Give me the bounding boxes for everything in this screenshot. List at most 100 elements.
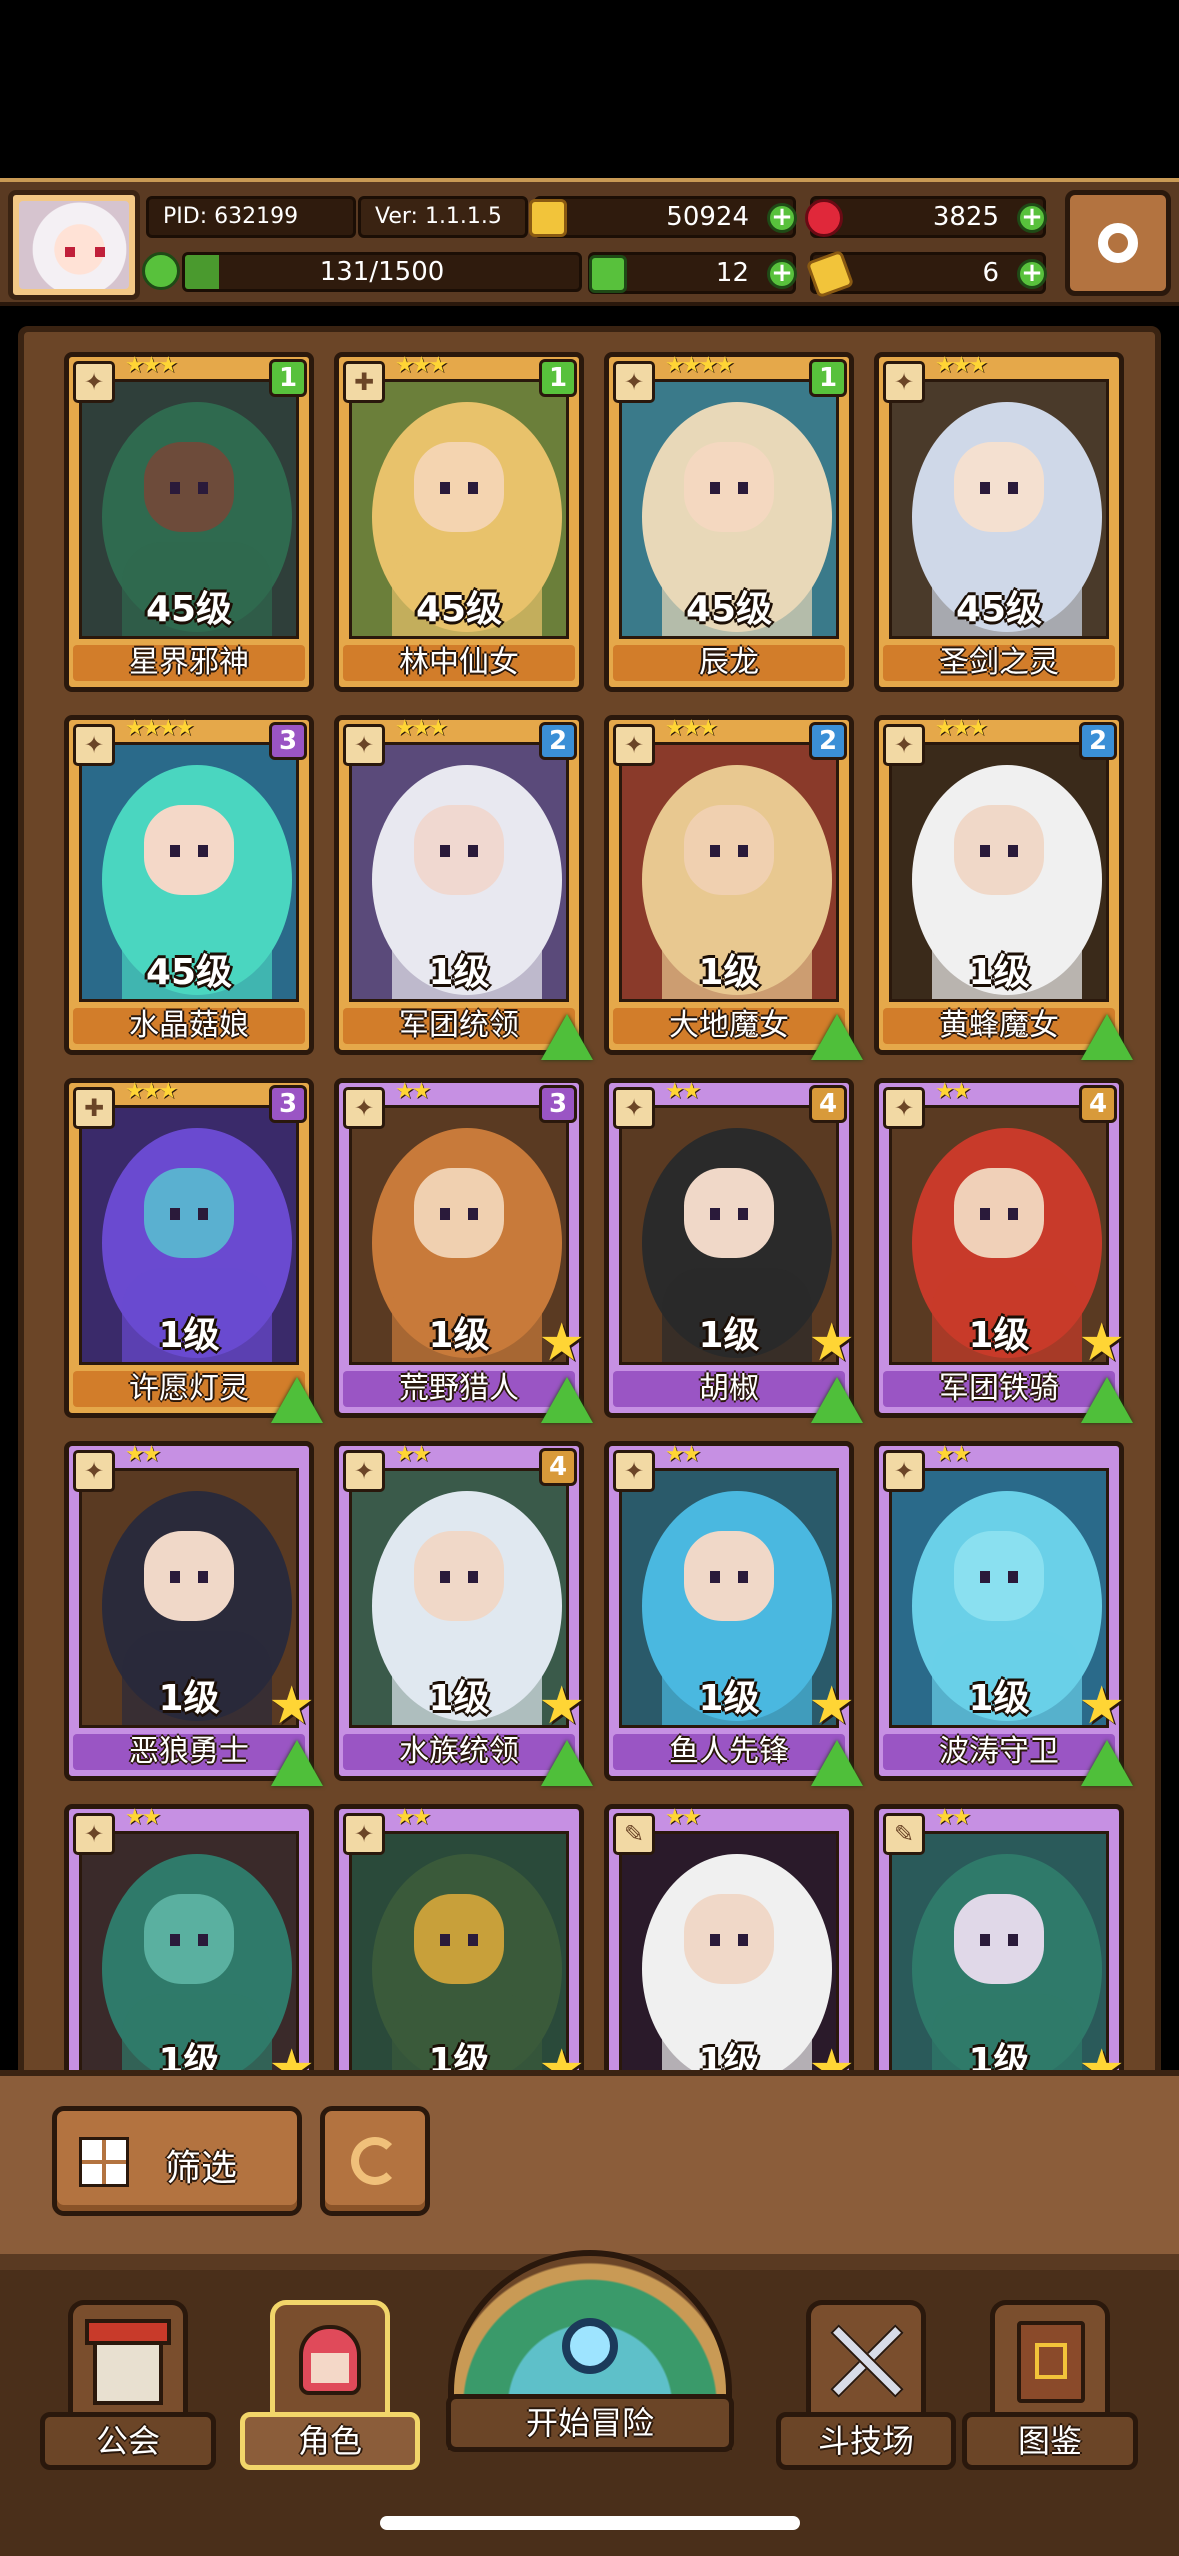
hero-star-rating: ★★★ [395, 716, 448, 741]
hero-face [684, 1531, 774, 1621]
hero-card[interactable]: 1级 军团铁骑 ✦ ★★ 4 ★ [874, 1078, 1133, 1423]
add-gem-button[interactable]: + [1017, 203, 1047, 233]
hero-class-icon: ✎ [883, 1813, 925, 1855]
hero-card[interactable]: 1级 恶狼勇士 ✦ ★★ ★ [64, 1441, 323, 1786]
hero-class-icon: ✦ [73, 1450, 115, 1492]
hero-level: 1级 [698, 1678, 760, 1719]
gold-coin-icon [529, 199, 567, 237]
hero-eye [170, 1934, 180, 1946]
hero-name: 水晶菇娘 [73, 1008, 305, 1044]
hero-rank-badge: 2 [809, 722, 847, 760]
level-up-arrow-icon [811, 1740, 863, 1786]
hero-level: 1级 [158, 1315, 220, 1356]
start-adventure-button[interactable]: 开始冒险 [446, 2250, 734, 2480]
building-shape [93, 2335, 163, 2405]
hero-card[interactable]: 1级 荒野猎人 ✦ ★★ 3 ★ [334, 1078, 593, 1423]
hero-portrait: 45级 [79, 379, 299, 639]
hero-eye [710, 845, 720, 857]
hero-eye [198, 482, 208, 494]
player-avatar[interactable] [8, 190, 140, 300]
hero-card[interactable]: 1级 鱼人先锋 ✦ ★★ ★ [604, 1441, 863, 1786]
exp-value: 131/1500 [319, 257, 445, 287]
hero-rank-badge: 2 [539, 722, 577, 760]
nav-arena[interactable]: 斗技场 [776, 2300, 956, 2500]
hero-star-rating: ★★ [665, 1442, 701, 1467]
hero-eye [738, 482, 748, 494]
hero-face-shape [311, 2353, 349, 2383]
hero-star-rating: ★★★ [935, 716, 988, 741]
hero-class-icon: ✦ [73, 1813, 115, 1855]
hero-eye [468, 845, 478, 857]
hero-card[interactable]: 45级 圣剑之灵 ✦ ★★★ [874, 352, 1124, 692]
hero-card[interactable]: 1级 胡椒 ✦ ★★ 4 ★ [604, 1078, 863, 1423]
hero-star-rating: ★★★ [395, 353, 448, 378]
version-label: Ver: 1.1.1.5 [358, 196, 528, 238]
hero-card[interactable]: 1级 军团统领 ✦ ★★★ 2 [334, 715, 593, 1060]
nav-guild[interactable]: 公会 [40, 2300, 216, 2500]
hero-portrait: 45级 [79, 742, 299, 1002]
hero-card[interactable]: 1级 ✦ ★★ ★ [334, 1804, 585, 2080]
hero-star-rating: ★★★★ [665, 353, 735, 378]
hero-level: 1级 [968, 1678, 1030, 1719]
hero-eye [468, 1208, 478, 1220]
hero-face [414, 1894, 504, 1984]
hero-rank-badge: 2 [1079, 722, 1117, 760]
hero-class-icon: ✦ [883, 1087, 925, 1129]
level-up-arrow-icon [1081, 1014, 1133, 1060]
clover-counter: 12 + [588, 252, 797, 294]
add-gold-button[interactable]: + [767, 203, 797, 233]
hero-face [144, 1168, 234, 1258]
hero-card[interactable]: 1级 ✎ ★★ ★ [604, 1804, 855, 2080]
home-indicator[interactable] [380, 2516, 800, 2530]
book-emblem-shape [1035, 2343, 1067, 2379]
hero-name: 圣剑之灵 [883, 645, 1115, 681]
star-upgrade-icon: ★ [1078, 1676, 1125, 1736]
hero-eye [1008, 482, 1018, 494]
hero-level: 1级 [428, 1678, 490, 1719]
hero-eye [198, 1934, 208, 1946]
hero-portrait: 1级 [889, 742, 1109, 1002]
hero-face [954, 442, 1044, 532]
star-upgrade-icon: ★ [268, 1676, 315, 1736]
refresh-icon [351, 2137, 399, 2185]
hero-card[interactable]: 1级 黄蜂魔女 ✦ ★★★ 2 [874, 715, 1133, 1060]
settings-button[interactable] [1065, 190, 1171, 296]
hero-card[interactable]: 45级 辰龙 ✦ ★★★★ 1 [604, 352, 854, 692]
hero-class-icon: ✦ [613, 1450, 655, 1492]
nav-codex[interactable]: 图鉴 [962, 2300, 1138, 2500]
star-upgrade-icon: ★ [538, 1676, 585, 1736]
hero-face [684, 1894, 774, 1984]
add-ticket-button[interactable]: + [1017, 259, 1047, 289]
hero-card[interactable]: 1级 ✎ ★★ ★ [874, 1804, 1125, 2080]
hero-rank-badge: 4 [539, 1448, 577, 1486]
hero-card[interactable]: 1级 ✦ ★★ ★ [64, 1804, 315, 2080]
hero-level: 1级 [158, 1678, 220, 1719]
hero-face [954, 805, 1044, 895]
hero-eye [710, 1208, 720, 1220]
hero-card[interactable]: 45级 林中仙女 ✚ ★★★ 1 [334, 352, 584, 692]
hero-portrait: 1级 [79, 1831, 299, 2080]
nav-arena-label: 斗技场 [776, 2412, 956, 2470]
hero-eye [440, 1934, 450, 1946]
hero-eye [710, 482, 720, 494]
nav-heroes[interactable]: 角色 [240, 2300, 420, 2500]
hero-card[interactable]: 45级 水晶菇娘 ✦ ★★★★ 3 [64, 715, 314, 1055]
level-up-arrow-icon [1081, 1377, 1133, 1423]
hero-class-icon: ✦ [343, 1813, 385, 1855]
hero-card[interactable]: 1级 许愿灯灵 ✚ ★★★ 3 [64, 1078, 323, 1423]
add-clover-button[interactable]: + [767, 259, 797, 289]
hero-rank-badge: 3 [539, 1085, 577, 1123]
hero-card[interactable]: 1级 大地魔女 ✦ ★★★ 2 [604, 715, 863, 1060]
sort-refresh-button[interactable] [320, 2106, 430, 2216]
hero-class-icon: ✚ [73, 1087, 115, 1129]
hero-card[interactable]: 45级 星界邪神 ✦ ★★★ 1 [64, 352, 314, 692]
ticket-counter: 6 + [805, 249, 1047, 299]
hero-card[interactable]: 1级 水族统领 ✦ ★★ 4 ★ [334, 1441, 593, 1786]
hero-card[interactable]: 1级 波涛守卫 ✦ ★★ ★ [874, 1441, 1133, 1786]
hero-star-rating: ★★ [395, 1079, 431, 1104]
star-upgrade-icon: ★ [808, 1676, 855, 1736]
hero-level: 1级 [698, 1315, 760, 1356]
hero-eye [980, 1934, 990, 1946]
filter-button[interactable]: 筛选 [52, 2106, 302, 2216]
hero-class-icon: ✦ [73, 361, 115, 403]
